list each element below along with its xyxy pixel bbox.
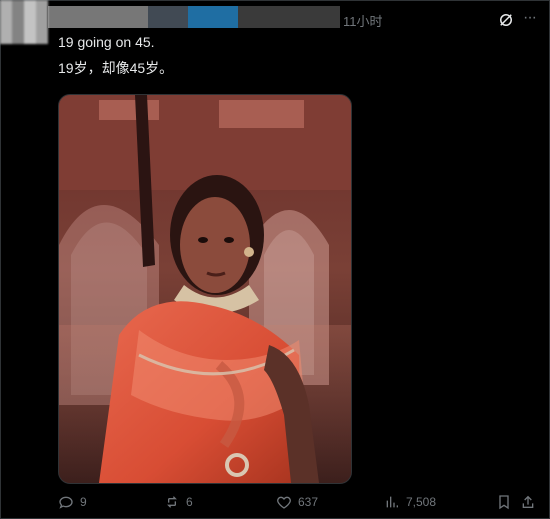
grok-icon[interactable] bbox=[497, 11, 515, 29]
like-button[interactable]: 637 bbox=[276, 494, 318, 510]
author-info-obscured[interactable] bbox=[48, 6, 340, 28]
bookmark-button[interactable] bbox=[496, 494, 512, 510]
author-avatar[interactable] bbox=[0, 0, 48, 44]
author-meta-redaction bbox=[238, 6, 340, 28]
reply-count: 9 bbox=[80, 495, 87, 509]
repost-count: 6 bbox=[186, 495, 193, 509]
like-count: 637 bbox=[298, 495, 319, 509]
post-text-chinese: 19岁，却像45岁。 bbox=[58, 60, 174, 76]
heart-icon bbox=[277, 496, 291, 509]
repost-icon bbox=[167, 496, 177, 508]
share-icon bbox=[522, 495, 534, 508]
views-button[interactable]: 7,508 bbox=[384, 494, 436, 510]
bookmark-icon bbox=[499, 495, 509, 510]
verified-badge-redaction bbox=[188, 6, 238, 28]
reply-icon bbox=[59, 496, 73, 509]
views-icon bbox=[386, 496, 398, 508]
share-button[interactable] bbox=[520, 494, 536, 510]
more-icon[interactable]: ··· bbox=[523, 9, 537, 27]
view-count: 7,508 bbox=[406, 495, 437, 509]
post-actions: 9 6 637 7,508 bbox=[58, 494, 534, 514]
author-handle-redaction bbox=[148, 6, 188, 28]
post-media-image[interactable] bbox=[58, 94, 352, 484]
post-time[interactable]: 11小时 bbox=[343, 11, 383, 30]
repost-button[interactable]: 6 bbox=[164, 494, 193, 510]
author-name-redaction bbox=[48, 6, 148, 28]
media-illustration bbox=[59, 95, 351, 483]
reply-button[interactable]: 9 bbox=[58, 494, 87, 510]
post-text-english: 19 going on 45. bbox=[58, 34, 155, 50]
